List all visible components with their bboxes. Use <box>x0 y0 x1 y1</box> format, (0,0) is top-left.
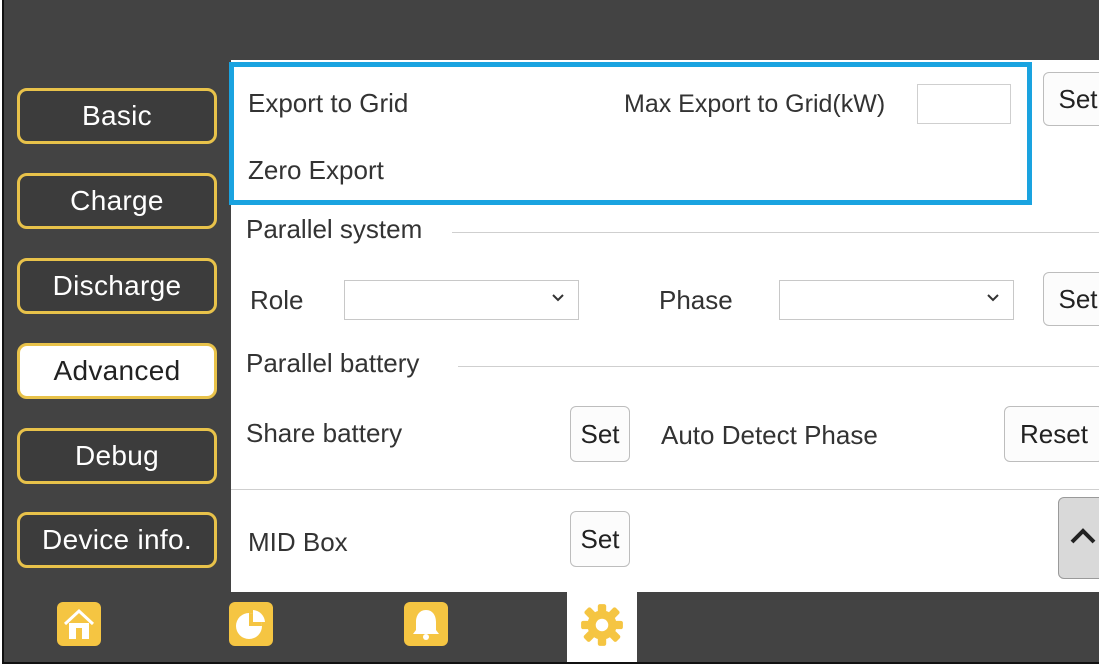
parallel-system-set-button[interactable]: Set <box>1043 272 1099 326</box>
scroll-up-button[interactable] <box>1058 497 1099 579</box>
role-select[interactable] <box>344 280 579 320</box>
mid-box-set-button[interactable]: Set <box>570 511 630 567</box>
sidebar-item-discharge[interactable]: Discharge <box>17 258 217 314</box>
chevron-up-icon <box>1070 528 1096 544</box>
sidebar-item-debug[interactable]: Debug <box>17 428 217 484</box>
bottom-nav <box>2 592 1099 664</box>
share-battery-label: Share battery <box>246 418 403 448</box>
chevron-down-icon <box>985 288 1001 311</box>
sidebar-item-basic[interactable]: Basic <box>17 88 217 144</box>
mid-box-label: MID Box <box>248 527 348 557</box>
app-screen: Basic Charge Discharge Advanced Debug De… <box>0 0 1099 664</box>
gear-icon[interactable] <box>579 602 625 648</box>
auto-detect-phase-label: Auto Detect Phase <box>661 420 878 450</box>
chevron-down-icon <box>550 288 566 311</box>
phase-label: Phase <box>659 285 733 315</box>
parallel-battery-title: Parallel battery <box>246 348 420 378</box>
pie-chart-icon[interactable] <box>229 602 273 646</box>
max-export-set-button[interactable]: Set <box>1043 72 1099 126</box>
export-highlight-box <box>229 62 1032 205</box>
section-divider <box>231 489 1099 490</box>
sidebar-item-charge[interactable]: Charge <box>17 173 217 229</box>
parallel-system-title: Parallel system <box>246 214 423 244</box>
bell-icon[interactable] <box>404 602 448 646</box>
auto-detect-reset-button[interactable]: Reset <box>1004 406 1099 462</box>
sidebar-item-device-info[interactable]: Device info. <box>17 512 217 568</box>
parallel-battery-divider <box>458 366 1099 367</box>
parallel-system-divider <box>452 232 1099 233</box>
sidebar-item-advanced[interactable]: Advanced <box>17 343 217 399</box>
role-label: Role <box>250 285 304 315</box>
top-bar <box>2 0 1099 60</box>
phase-select[interactable] <box>779 280 1014 320</box>
share-battery-set-button[interactable]: Set <box>570 406 630 462</box>
home-icon[interactable] <box>57 602 101 646</box>
